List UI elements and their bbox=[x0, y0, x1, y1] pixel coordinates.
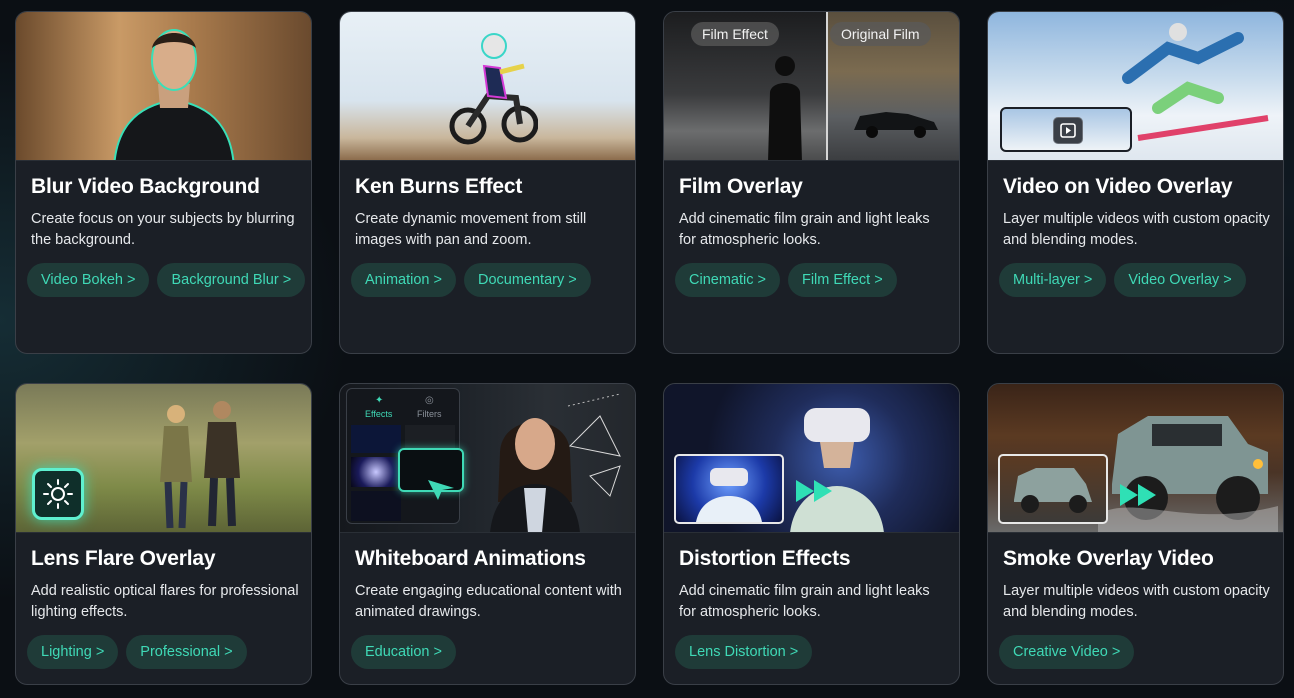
arrow-right-icon bbox=[1120, 484, 1156, 506]
card-title: Whiteboard Animations bbox=[355, 547, 586, 570]
pip-video-frame bbox=[998, 454, 1108, 524]
thumbnail bbox=[988, 12, 1283, 161]
couple-image bbox=[160, 401, 240, 529]
tag-creative-video[interactable]: Creative Video > bbox=[999, 635, 1135, 669]
card-title: Distortion Effects bbox=[679, 547, 851, 570]
thumbnail bbox=[16, 384, 311, 533]
play-icon bbox=[1053, 117, 1083, 144]
thumbnail bbox=[988, 384, 1283, 533]
person-silhouette bbox=[768, 56, 802, 160]
tag-lens-distortion[interactable]: Lens Distortion > bbox=[675, 635, 813, 669]
tag-documentary[interactable]: Documentary > bbox=[463, 263, 591, 297]
card-title: Smoke Overlay Video bbox=[1003, 547, 1214, 570]
tag-list: Creative Video > bbox=[999, 635, 1279, 669]
vr-person-image bbox=[790, 408, 884, 532]
person-image bbox=[113, 29, 235, 160]
card-title: Video on Video Overlay bbox=[1003, 175, 1233, 198]
card-title: Lens Flare Overlay bbox=[31, 547, 216, 570]
card-description: Layer multiple videos with custom opacit… bbox=[1003, 583, 1270, 620]
feature-grid: Blur Video Background Create focus on yo… bbox=[15, 11, 1284, 685]
card-description: Create engaging educational content with… bbox=[355, 583, 622, 620]
chalk-drawings bbox=[567, 393, 621, 497]
tag-cinematic[interactable]: Cinematic > bbox=[675, 263, 780, 297]
card-description: Layer multiple videos with custom opacit… bbox=[1003, 211, 1270, 248]
card-ken-burns-effect[interactable]: Ken Burns Effect Create dynamic movement… bbox=[339, 11, 636, 354]
arrow-right-icon bbox=[796, 480, 832, 502]
card-blur-video-background[interactable]: Blur Video Background Create focus on yo… bbox=[15, 11, 312, 354]
tag-animation[interactable]: Animation > bbox=[351, 263, 456, 297]
tag-multi-layer[interactable]: Multi-layer > bbox=[999, 263, 1107, 297]
tag-list: Cinematic > Film Effect > bbox=[675, 263, 955, 297]
tag-background-blur[interactable]: Background Blur > bbox=[157, 263, 306, 297]
card-video-on-video-overlay[interactable]: Video on Video Overlay Layer multiple vi… bbox=[987, 11, 1284, 354]
card-title: Blur Video Background bbox=[31, 175, 260, 198]
thumbnail bbox=[664, 384, 959, 533]
original-film-label: Original Film bbox=[830, 22, 931, 46]
tag-list: Multi-layer > Video Overlay > bbox=[999, 263, 1279, 297]
tag-education[interactable]: Education > bbox=[351, 635, 456, 669]
sun-icon bbox=[32, 468, 84, 520]
card-film-overlay[interactable]: Film Effect Original Film Film Overlay A… bbox=[663, 11, 960, 354]
card-description: Create dynamic movement from still image… bbox=[355, 211, 587, 248]
tag-professional[interactable]: Professional > bbox=[126, 635, 247, 669]
card-smoke-overlay-video[interactable]: Smoke Overlay Video Layer multiple video… bbox=[987, 383, 1284, 685]
card-distortion-effects[interactable]: Distortion Effects Add cinematic film gr… bbox=[663, 383, 960, 685]
card-description: Add realistic optical flares for profess… bbox=[31, 583, 299, 620]
card-title: Ken Burns Effect bbox=[355, 175, 523, 198]
card-description: Add cinematic film grain and light leaks… bbox=[679, 583, 930, 620]
filters-tab: Filters bbox=[417, 409, 442, 419]
tag-list: Education > bbox=[351, 635, 631, 669]
pip-video-frame bbox=[674, 454, 784, 524]
thumbnail: Film Effect Original Film bbox=[664, 12, 959, 161]
thumbnail bbox=[16, 12, 311, 161]
tag-film-effect[interactable]: Film Effect > bbox=[787, 263, 897, 297]
tag-lighting[interactable]: Lighting > bbox=[27, 635, 119, 669]
tag-list: Lens Distortion > bbox=[675, 635, 955, 669]
card-title: Film Overlay bbox=[679, 175, 803, 198]
thumbnail bbox=[340, 12, 635, 161]
card-lens-flare-overlay[interactable]: Lens Flare Overlay Add realistic optical… bbox=[15, 383, 312, 685]
tag-list: Lighting > Professional > bbox=[27, 635, 307, 669]
card-description: Create focus on your subjects by blurrin… bbox=[31, 211, 295, 248]
pip-video-frame bbox=[1000, 107, 1132, 152]
card-description: Add cinematic film grain and light leaks… bbox=[679, 211, 930, 248]
tag-list: Video Bokeh > Background Blur > bbox=[27, 263, 307, 297]
effects-tab: Effects bbox=[365, 409, 393, 419]
tag-list: Animation > Documentary > bbox=[351, 263, 631, 297]
car-image bbox=[854, 112, 938, 138]
tag-video-bokeh[interactable]: Video Bokeh > bbox=[27, 263, 150, 297]
tag-video-overlay[interactable]: Video Overlay > bbox=[1114, 263, 1246, 297]
filters-icon: ◎ bbox=[425, 395, 434, 406]
card-whiteboard-animations[interactable]: ✦ Effects ◎ Filters Whiteboard Animation… bbox=[339, 383, 636, 685]
cursor-icon bbox=[428, 480, 454, 500]
effects-icon: ✦ bbox=[375, 395, 384, 406]
jeep-image bbox=[1098, 416, 1278, 532]
film-effect-label: Film Effect bbox=[691, 22, 779, 46]
motocross-image bbox=[449, 33, 538, 145]
thumbnail: ✦ Effects ◎ Filters bbox=[340, 384, 635, 533]
